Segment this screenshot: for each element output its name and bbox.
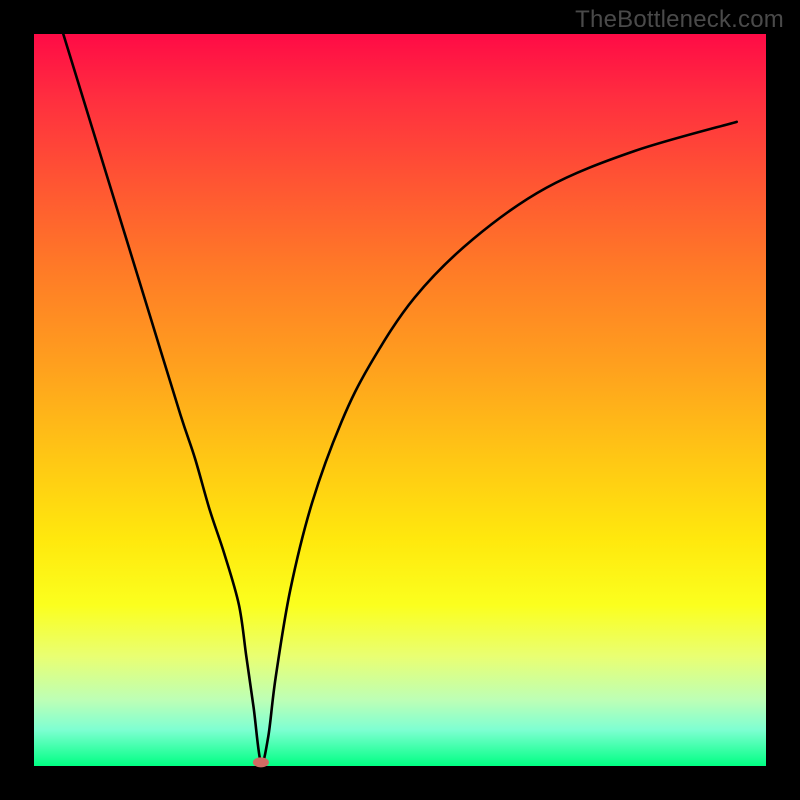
curve-layer [34,34,766,766]
watermark-text: TheBottleneck.com [575,6,784,34]
plot-area [34,34,766,766]
bottleneck-curve-path [63,34,736,763]
chart-frame: TheBottleneck.com [0,0,800,800]
optimum-marker [253,757,269,767]
